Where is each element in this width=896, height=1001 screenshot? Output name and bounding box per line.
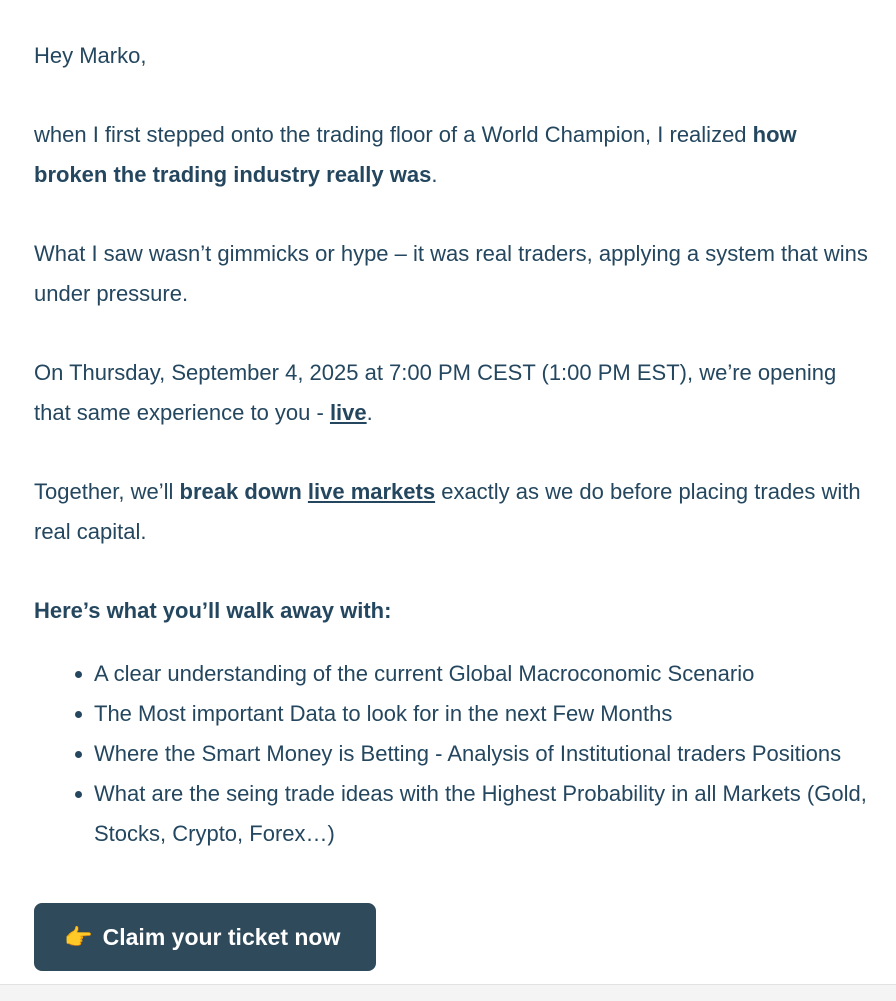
event-period: .	[366, 400, 373, 425]
intro-paragraph: when I first stepped onto the trading fl…	[34, 115, 874, 195]
greeting: Hey Marko,	[34, 43, 147, 68]
markets-bold-text: break down	[179, 479, 308, 504]
markets-text-start: Together, we’ll	[34, 479, 180, 504]
email-body: Hey Marko, when I first stepped onto the…	[34, 36, 874, 870]
experience-paragraph: What I saw wasn’t gimmicks or hype – it …	[34, 241, 868, 306]
event-text: On Thursday, September 4, 2025 at 7:00 P…	[34, 360, 837, 425]
list-item: The Most important Data to look for in t…	[75, 694, 874, 734]
claim-ticket-label: Claim your ticket now	[102, 923, 341, 950]
list-item: Where the Smart Money is Betting - Analy…	[75, 734, 874, 774]
benefits-heading-text: Here’s what you’ll walk away with:	[34, 598, 392, 623]
markets-paragraph: Together, we’ll break down live markets …	[34, 472, 874, 552]
intro-period: .	[431, 162, 438, 187]
live-link[interactable]: live	[330, 400, 367, 425]
intro-text: when I first stepped onto the trading fl…	[34, 122, 753, 147]
bottom-bar	[0, 984, 896, 1001]
benefits-heading: Here’s what you’ll walk away with:	[34, 591, 874, 631]
list-item: A clear understanding of the current Glo…	[75, 654, 874, 694]
claim-ticket-button[interactable]: 👉 Claim your ticket now	[34, 903, 376, 971]
event-paragraph: On Thursday, September 4, 2025 at 7:00 P…	[34, 353, 874, 433]
pointing-hand-icon: 👉	[64, 923, 93, 950]
list-item: What are the seing trade ideas with the …	[75, 774, 874, 854]
cta-container: 👉 Claim your ticket now	[34, 903, 376, 971]
live-markets-link[interactable]: live markets	[308, 479, 435, 504]
benefits-list: A clear understanding of the current Glo…	[34, 654, 874, 854]
